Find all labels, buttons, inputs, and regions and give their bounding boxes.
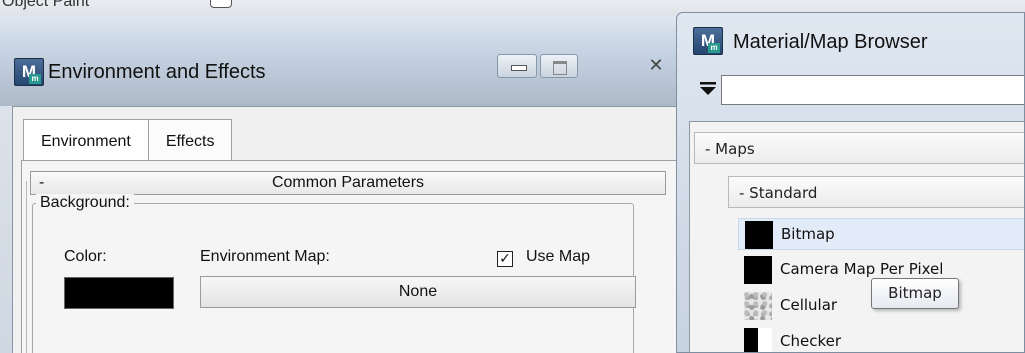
environment-map-label: Environment Map: xyxy=(200,248,330,265)
tab-strip: Environment Effects xyxy=(23,119,233,161)
title-bar[interactable]: M m Environment and Effects ✕ xyxy=(0,16,700,106)
item-label: Cellular xyxy=(780,296,838,314)
item-label: Bitmap xyxy=(781,225,835,243)
object-paint-toggle[interactable] xyxy=(210,0,232,8)
environment-effects-window: M m Environment and Effects ✕ Environmen… xyxy=(0,16,700,353)
window-client-area: Environment Effects - Common Parameters … xyxy=(12,106,700,353)
map-thumbnail xyxy=(744,256,772,284)
bitmap-tooltip: Bitmap xyxy=(871,278,959,309)
color-label: Color: xyxy=(64,248,107,265)
category-standard-header[interactable]: - Standard xyxy=(728,176,1024,208)
common-parameters-rollout-header[interactable]: - Common Parameters xyxy=(30,171,666,195)
close-button[interactable]: ✕ xyxy=(633,54,679,78)
close-icon: ✕ xyxy=(648,55,664,76)
filter-funnel-icon[interactable] xyxy=(699,79,717,97)
environment-map-button[interactable]: None xyxy=(200,276,636,308)
environment-tab-panel: - Common Parameters Background: Color: E… xyxy=(21,160,693,353)
filter-row xyxy=(697,75,1024,105)
map-thumbnail xyxy=(744,328,772,352)
list-item-bitmap[interactable]: Bitmap xyxy=(738,218,1024,250)
background-group-legend: Background: xyxy=(36,194,134,212)
window-title: Material/Map Browser xyxy=(733,31,928,53)
item-label: Checker xyxy=(780,332,842,350)
maximize-button[interactable] xyxy=(540,54,578,78)
object-paint-label: Object Paint xyxy=(2,0,90,10)
map-thumbnail xyxy=(745,221,773,249)
tab-environment[interactable]: Environment xyxy=(23,119,149,161)
rollout-title: Common Parameters xyxy=(271,174,425,191)
use-map-label: Use Map xyxy=(526,248,591,265)
browser-list-area: - Maps - Standard Bitmap Camera Map Per … xyxy=(689,121,1024,352)
app-logo-icon: M m xyxy=(693,27,723,55)
chevron-down-icon[interactable]: ▾ xyxy=(242,0,247,3)
minimize-button[interactable] xyxy=(497,54,537,78)
search-filter-input[interactable] xyxy=(721,75,1024,105)
list-item-checker[interactable]: Checker xyxy=(738,326,1024,352)
map-thumbnail xyxy=(744,292,772,320)
background-color-swatch[interactable] xyxy=(64,277,174,309)
tab-effects[interactable]: Effects xyxy=(148,119,233,161)
use-map-checkbox[interactable]: ✓ xyxy=(497,251,513,267)
material-map-browser-window: M m Material/Map Browser - Maps - Standa… xyxy=(676,12,1025,353)
category-maps-header[interactable]: - Maps xyxy=(694,132,1024,164)
item-label: Camera Map Per Pixel xyxy=(780,260,944,278)
app-logo-icon: M m xyxy=(14,58,44,86)
window-title: Environment and Effects xyxy=(48,61,266,83)
